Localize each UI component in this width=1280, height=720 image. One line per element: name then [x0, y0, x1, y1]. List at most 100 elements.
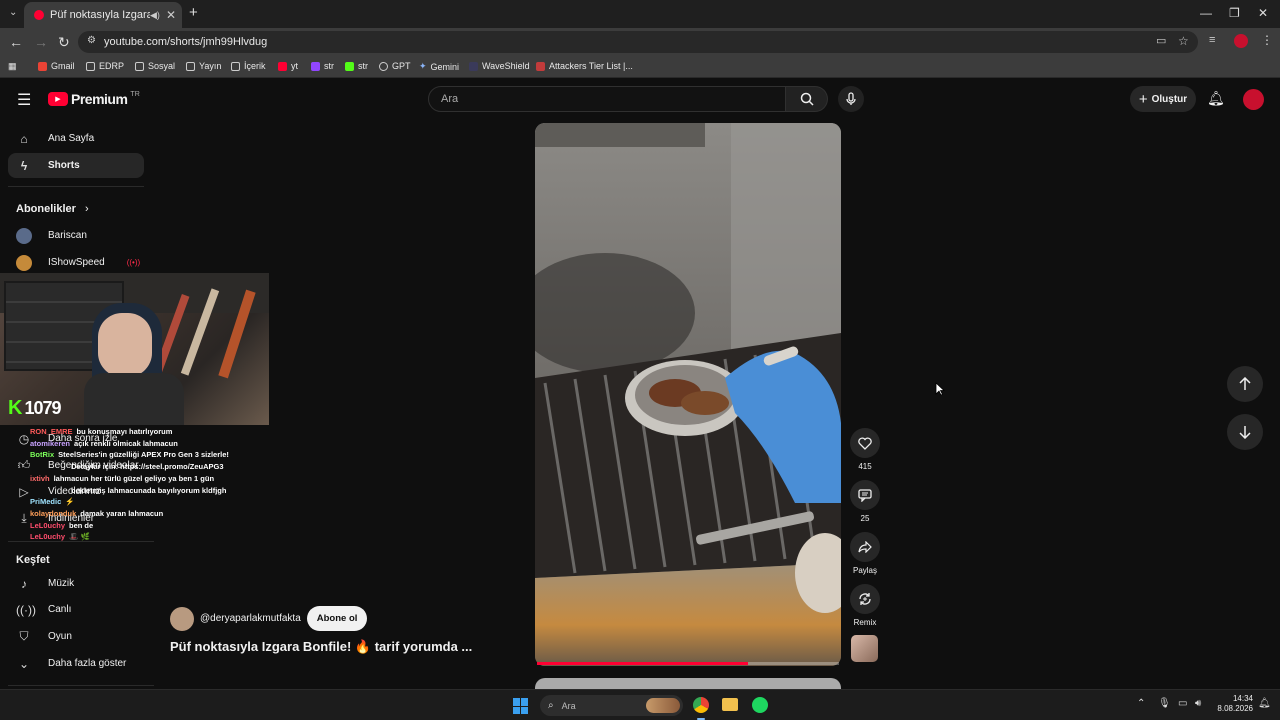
- previous-short-button[interactable]: [1227, 366, 1263, 402]
- sidebar-item-shorts[interactable]: ϟ Shorts: [8, 153, 144, 178]
- sidebar-item-live[interactable]: ((·)) Canlı: [8, 597, 144, 622]
- create-button[interactable]: + Oluştur: [1130, 86, 1196, 112]
- like-action[interactable]: 415: [849, 428, 881, 471]
- taskbar-search[interactable]: ⌕ Ara: [540, 695, 683, 716]
- sidebar-item-show-more[interactable]: ⌄ Daha fazla göster: [8, 651, 144, 676]
- bookmark-kick-str[interactable]: str: [345, 61, 368, 71]
- bookmark-yayin[interactable]: Yayın: [186, 61, 221, 71]
- next-short-button[interactable]: [1227, 414, 1263, 450]
- gamepad-icon: ⛉: [19, 629, 29, 643]
- remix-action[interactable]: Remix: [849, 584, 881, 627]
- bookmark-gemini[interactable]: ✦ Gemini: [419, 61, 459, 72]
- remix-button[interactable]: [850, 584, 880, 614]
- restore-icon[interactable]: ❐: [1229, 6, 1240, 20]
- back-icon[interactable]: ←: [9, 34, 23, 50]
- folder-icon: [135, 61, 144, 71]
- sidebar-sub-ishowspeed[interactable]: IShowSpeed ((•)): [8, 250, 144, 275]
- bookmark-yt[interactable]: yt: [278, 61, 298, 71]
- bookmark-icerik[interactable]: İçerik: [231, 61, 266, 71]
- channel-avatar[interactable]: [170, 606, 194, 631]
- tab-title: Püf noktasıyla Izgara Bonfi...: [50, 9, 151, 21]
- chat-message: atomikeren açık renkli olmicak lahmacun: [0, 438, 300, 450]
- media-icon[interactable]: ≡: [1209, 34, 1215, 46]
- cast-icon[interactable]: ▭: [1156, 34, 1166, 47]
- bookmark-gmail[interactable]: Gmail: [38, 61, 75, 71]
- search-highlight-image: [646, 698, 680, 713]
- subscribe-button[interactable]: Abone ol: [306, 606, 368, 631]
- volume-icon[interactable]: 🔊︎: [1195, 698, 1201, 709]
- minimize-icon[interactable]: —: [1200, 6, 1212, 20]
- bookmark-edrp[interactable]: EDRP: [86, 61, 124, 71]
- new-tab-button[interactable]: +: [189, 4, 198, 21]
- voice-search-button[interactable]: [838, 86, 864, 112]
- folder-icon: [86, 61, 95, 71]
- waveshield-icon: [469, 61, 478, 71]
- subscriptions-heading[interactable]: Abonelikler ›: [16, 203, 89, 215]
- comment-action[interactable]: 25: [849, 480, 881, 523]
- close-window-icon[interactable]: ✕: [1258, 6, 1268, 20]
- sidebar-sub-bariscan[interactable]: Bariscan: [8, 223, 144, 248]
- chat-username: LeL0uchy: [30, 532, 66, 542]
- network-icon[interactable]: ▭: [1178, 698, 1187, 709]
- forward-icon[interactable]: →: [34, 34, 48, 50]
- tray-microphone-icon[interactable]: 🎙︎: [1158, 698, 1171, 709]
- audio-icon[interactable]: ◀): [150, 10, 160, 21]
- audio-thumbnail[interactable]: [851, 635, 878, 662]
- chat-message: LeL0uchy ben de: [0, 520, 300, 532]
- short-title[interactable]: Püf noktasıyla Izgara Bonfile! 🔥 tarif y…: [170, 639, 472, 655]
- youtube-logo[interactable]: ▶ Premium TR: [48, 91, 140, 107]
- notifications-bell-icon[interactable]: 🔔︎: [1207, 90, 1225, 107]
- share-action[interactable]: Paylaş: [849, 532, 881, 575]
- chat-message: PriMedic ⚡: [0, 496, 300, 508]
- notification-center-icon[interactable]: 🔔︎: [1258, 698, 1271, 709]
- windows-start-icon[interactable]: [513, 698, 529, 714]
- spotify-icon[interactable]: [752, 697, 768, 713]
- sidebar-item-music[interactable]: ♪ Müzik: [8, 571, 144, 596]
- like-button[interactable]: [850, 428, 880, 458]
- reload-icon[interactable]: ↻: [58, 34, 70, 51]
- plus-icon: +: [1138, 90, 1148, 108]
- active-tab[interactable]: Püf noktasıyla Izgara Bonfi... ◀) ✕: [24, 2, 182, 28]
- video-progress-bar[interactable]: [537, 662, 839, 665]
- site-info-icon[interactable]: ⚙: [87, 35, 96, 46]
- address-bar[interactable]: ⚙ youtube.com/shorts/jmh99Hlvdug ▭ ☆: [78, 31, 1198, 53]
- chrome-taskbar-icon[interactable]: [693, 697, 709, 713]
- channel-name[interactable]: @deryaparlakmutfakta: [200, 613, 301, 624]
- clock[interactable]: 14:34 8.08.2026: [1213, 694, 1253, 714]
- bookmark-star-icon[interactable]: ☆: [1178, 34, 1189, 48]
- home-icon: ⌂: [20, 131, 28, 146]
- sidebar-item-home[interactable]: ⌂ Ana Sayfa: [8, 126, 144, 151]
- streamer-body: [84, 373, 184, 425]
- tray-chevron-up-icon[interactable]: ⌃: [1137, 698, 1145, 709]
- apps-grid-icon[interactable]: ▦: [8, 61, 17, 72]
- menu-dots-icon[interactable]: ⋮: [1261, 33, 1273, 47]
- chat-username: PriMedic: [30, 497, 62, 507]
- hamburger-menu-icon[interactable]: ☰: [17, 90, 31, 110]
- chat-username: BotRix: [30, 450, 55, 460]
- close-tab-icon[interactable]: ✕: [166, 8, 176, 22]
- short-video-player[interactable]: [535, 123, 841, 666]
- comments-button[interactable]: [850, 480, 880, 510]
- account-avatar[interactable]: [1243, 89, 1264, 110]
- search-input[interactable]: Ara: [428, 86, 786, 112]
- webcam-overlay: K 1079: [0, 273, 269, 425]
- extension-icon[interactable]: [1234, 34, 1248, 48]
- share-button[interactable]: [850, 532, 880, 562]
- bookmark-twitch-str[interactable]: str: [311, 61, 334, 71]
- file-explorer-icon[interactable]: [722, 698, 738, 711]
- tab-search-icon[interactable]: ⌄: [9, 7, 17, 18]
- bookmark-gpt[interactable]: GPT: [379, 61, 411, 71]
- youtube-favicon-icon: [34, 10, 44, 20]
- chat-username: atomikeren: [30, 438, 71, 448]
- bookmark-waveshield[interactable]: WaveShield: [469, 61, 530, 71]
- windows-taskbar: ⌕ Ara ⌃ 🎙︎ ▭ 🔊︎ 14:34 8.08.2026 🔔︎: [0, 689, 1280, 720]
- chat-text: damak yaran lahmacun: [80, 508, 164, 518]
- browser-toolbar: ← → ↻ ⚙ youtube.com/shorts/jmh99Hlvdug ▭…: [0, 28, 1280, 56]
- bookmark-sosyal[interactable]: Sosyal: [135, 61, 175, 71]
- search-button[interactable]: [786, 86, 828, 112]
- explore-heading: Keşfet: [16, 554, 50, 566]
- shorts-icon: ϟ: [20, 158, 28, 173]
- bookmark-attackers[interactable]: Attackers Tier List |...: [536, 61, 633, 71]
- sidebar-item-gaming[interactable]: ⛉ Oyun: [8, 624, 144, 649]
- avatar: [16, 227, 32, 244]
